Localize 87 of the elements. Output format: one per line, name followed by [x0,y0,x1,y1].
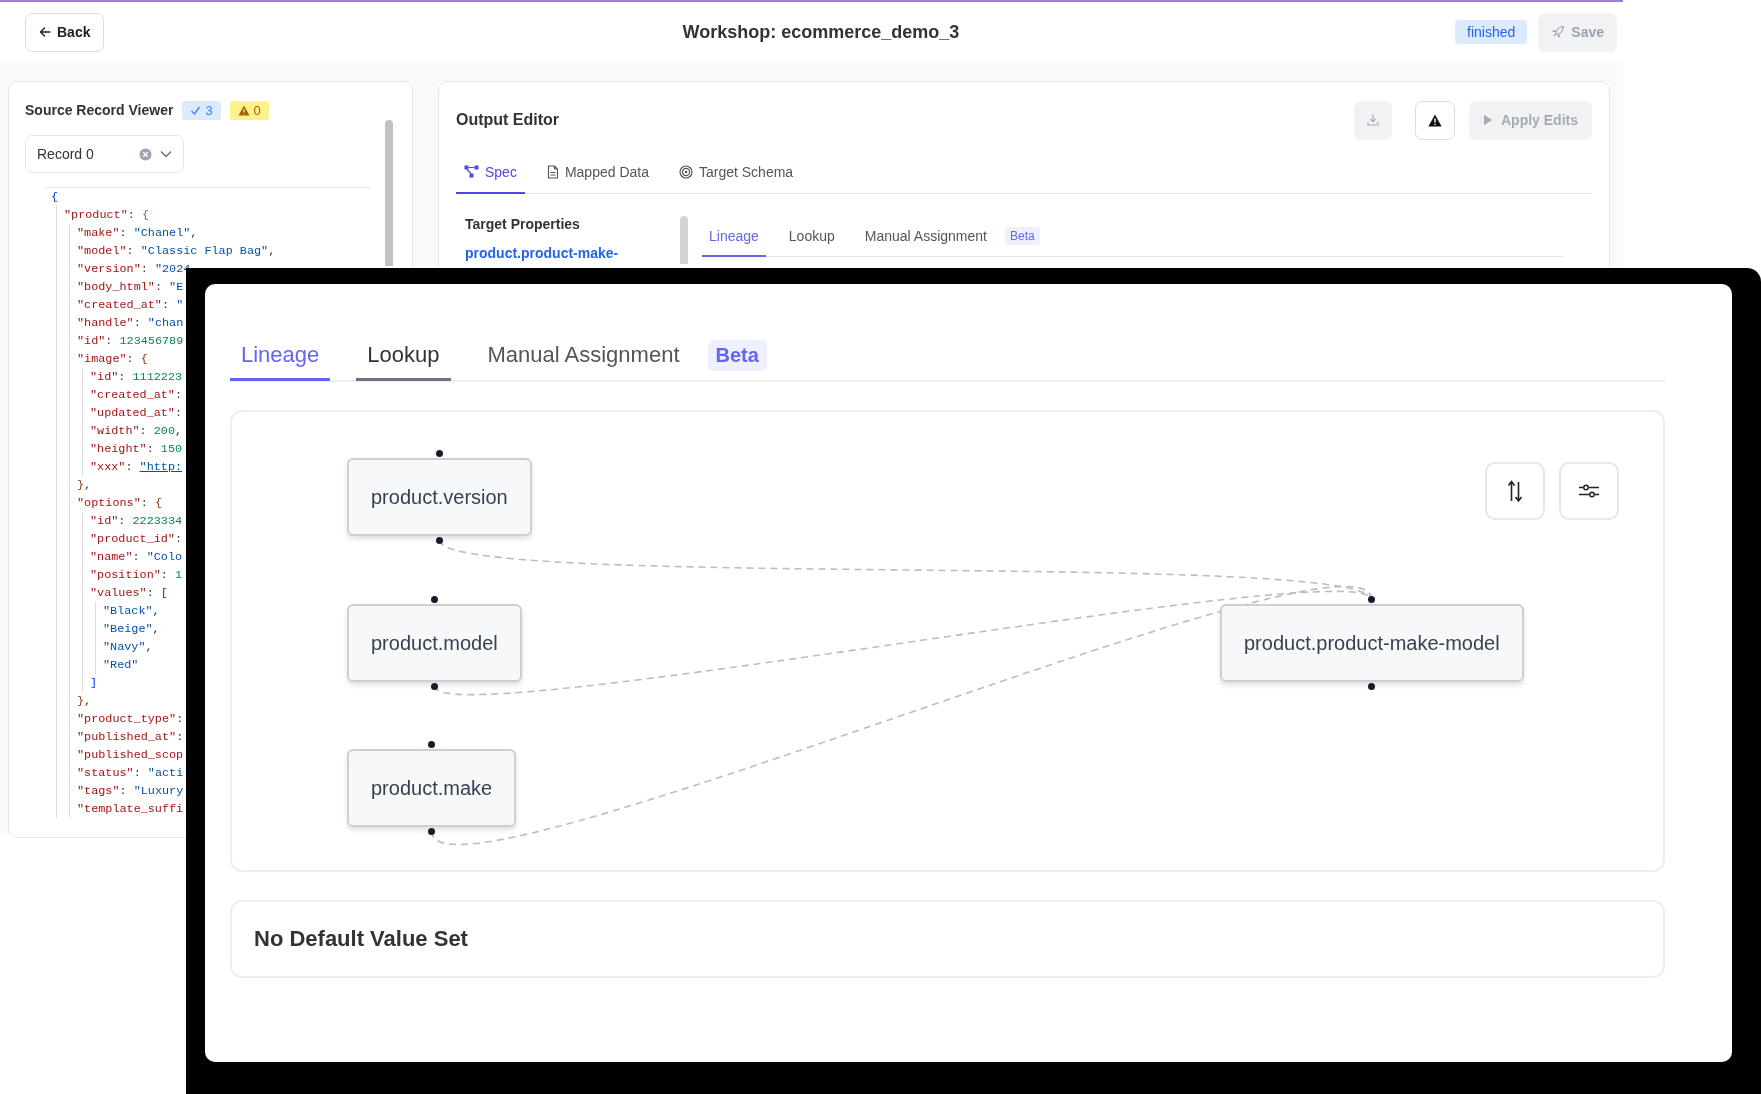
tab[interactable]: Target Schema [671,151,802,194]
code-line: "updated_at": [90,405,183,422]
code-line: "created_at": [90,387,183,404]
code-line: ] [90,675,98,692]
record-select[interactable]: Record 0 [25,135,184,173]
sort-button[interactable] [1485,462,1545,520]
tab[interactable]: Lineage [230,331,331,381]
page-title: Workshop: ecommerce_demo_3 [682,21,960,43]
panel-title: Source Record Viewer [25,102,174,118]
code-line: "product_type": [77,711,184,728]
warning-icon [237,104,250,116]
back-button[interactable]: Back [25,12,105,52]
tab[interactable]: Spec [456,151,525,194]
play-icon [1483,114,1493,126]
panel-title: Output Editor [456,111,560,129]
node-label: product.product-make-model [1244,631,1500,655]
handle-dot[interactable] [435,537,443,544]
rocket-icon [1551,25,1566,39]
code-line: "height": 150 [90,441,183,458]
property-link[interactable]: product.product-make- [465,245,666,261]
handle-dot[interactable] [1368,683,1376,690]
code-line: "image": { [77,351,148,368]
arrow-left-icon [39,26,51,38]
code-line: "body_html": "E [77,279,184,296]
node-label: product.model [371,631,498,655]
beta-badge: Beta [707,339,767,371]
tab[interactable]: Mapped Data [538,151,657,194]
chevron-down-icon [160,150,172,158]
code-line: { [51,189,59,206]
warnings-button[interactable] [1415,100,1455,140]
code-line: "position": 1 [90,567,183,584]
code-line: "Black", [103,603,160,620]
code-line: "Red" [103,657,139,674]
code-line: "created_at": " [77,297,184,314]
code-line: "Beige", [103,621,160,638]
handle-dot[interactable] [430,596,438,603]
status-badge: finished [1455,20,1528,44]
code-line: "id": 123456789 [77,333,184,350]
code-line: "id": 2223334 [90,513,183,530]
code-line: "status": "acti [77,765,184,782]
handle-dot[interactable] [1368,596,1376,603]
code-line: "id": 1112223 [90,369,183,386]
code-line: "make": "Chanel", [77,225,198,242]
handle-dot[interactable] [428,741,436,748]
handle-dot[interactable] [435,450,443,457]
tab[interactable]: Manual Assignment [476,331,691,381]
node-label: product.version [371,485,508,509]
beta-badge: Beta [1004,227,1040,245]
clear-icon [139,147,152,161]
code-line: "name": "Colo [90,549,183,566]
tab[interactable]: Lookup [781,216,842,257]
nodes-icon [464,165,479,178]
tab[interactable]: Lineage [702,216,766,257]
select-value: Record 0 [37,146,95,162]
code-line: "product_id": [90,531,183,548]
tab[interactable]: Manual Assignment [857,216,994,257]
code-line: }, [77,693,92,710]
code-line: "handle": "chan [77,315,184,332]
target-icon [679,164,693,179]
code-line: "options": { [77,495,162,512]
code-line: "Navy", [103,639,153,656]
tab[interactable]: Lookup [356,331,451,381]
scrollbar[interactable] [385,120,393,266]
section-title: Target Properties [465,216,581,232]
code-line: "tags": "Luxury [77,783,184,800]
handle-dot[interactable] [428,828,436,835]
code-line: "product": { [64,207,149,224]
check-icon [190,104,202,116]
warning-icon [1428,113,1442,127]
code-line: "width": 200, [90,423,183,440]
handle-dot[interactable] [430,683,438,690]
code-line: "values": [ [90,585,168,602]
code-line: "template_suffi [77,801,184,818]
code-line: "published_scop [77,747,184,764]
download-icon [1366,113,1380,127]
document-icon [546,164,559,179]
valid-count-badge: 3 [182,100,221,120]
sliders-icon [1578,483,1600,499]
code-line: "model": "Classic Flap Bag", [77,243,276,260]
code-line: "published_at": [77,729,184,746]
node-label: product.make [371,776,493,800]
code-line: }, [77,477,92,494]
sort-arrows-icon [1507,479,1523,503]
scrollbar[interactable] [680,216,688,264]
code-line: "xxx": "http: [90,459,183,476]
warning-count-badge: 0 [229,100,269,120]
default-value-text: No Default Value Set [254,926,468,952]
